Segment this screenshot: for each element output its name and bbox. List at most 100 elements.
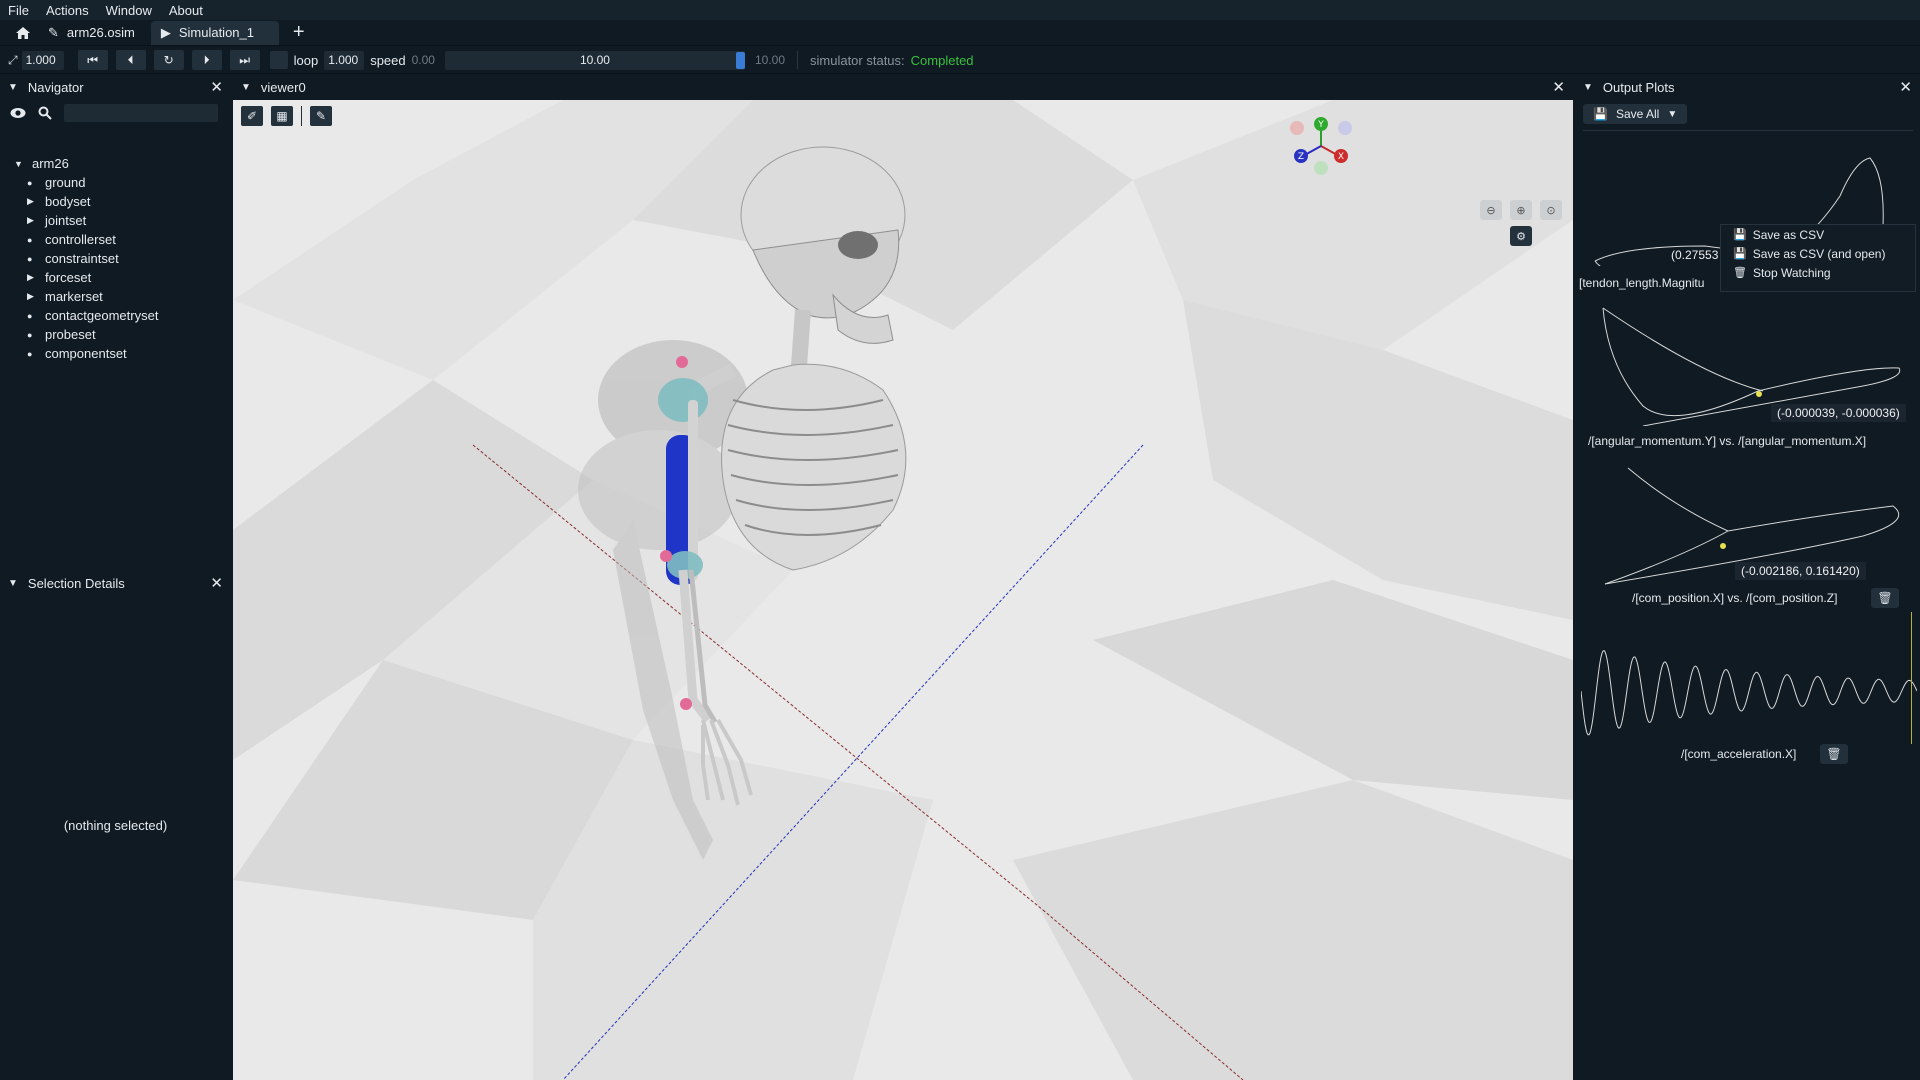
gizmo-z-label: Z: [1298, 152, 1304, 162]
navigator-search-input[interactable]: [64, 104, 218, 122]
skip-to-end-button[interactable]: ⏭: [229, 50, 260, 70]
time-end: 10.00: [754, 53, 785, 67]
menu-bar: File Actions Window About: [0, 0, 1920, 20]
tree-item-label: ground: [45, 175, 86, 190]
tree-item-controllerset[interactable]: ● controllerset: [14, 230, 158, 249]
plots-divider: [1583, 130, 1913, 131]
save-icon: 💾: [1733, 229, 1747, 241]
menu-about[interactable]: About: [169, 3, 203, 18]
collapse-icon[interactable]: ▼: [8, 578, 18, 589]
step-back-icon: ⏴: [127, 52, 134, 67]
status-value: Completed: [910, 52, 974, 68]
tree-item-label: jointset: [45, 213, 87, 228]
time-scrubber-thumb[interactable]: [735, 51, 745, 69]
tree-root[interactable]: ▼ arm26: [14, 154, 158, 173]
navigator-search-row: [0, 100, 231, 126]
trash-icon: 🗑: [1733, 267, 1747, 279]
bullet-icon: ●: [27, 253, 33, 264]
autofocus-button[interactable]: ⊙: [1540, 200, 1562, 220]
tree-item-jointset[interactable]: ▶ jointset: [14, 211, 158, 230]
tab-simulation[interactable]: ▶ Simulation_1: [150, 20, 279, 45]
time-current: 10.00: [579, 52, 610, 67]
save-as-csv-open-item[interactable]: 💾 Save as CSV (and open): [1721, 244, 1915, 263]
collapse-icon[interactable]: ▼: [8, 82, 18, 93]
tree-item-label: contactgeometryset: [45, 308, 159, 323]
tree-item-forceset[interactable]: ▶ forceset: [14, 268, 158, 287]
step-forward-icon: ⏵: [203, 52, 210, 67]
collapse-icon[interactable]: ▼: [241, 82, 251, 93]
zoom-in-button[interactable]: ⊕: [1510, 200, 1532, 220]
bullet-icon: ●: [27, 234, 33, 245]
loop-label: loop: [293, 52, 319, 68]
collapse-icon[interactable]: ▼: [1583, 82, 1593, 93]
gizmo-y-label: Y: [1317, 120, 1324, 130]
axis-gizmo[interactable]: Y X Z: [1289, 116, 1353, 180]
plot3-delete-button[interactable]: 🗑: [1871, 588, 1899, 608]
home-tab[interactable]: [8, 21, 38, 45]
bullet-icon: ●: [27, 177, 33, 188]
skip-start-icon: ⏮: [87, 52, 99, 67]
time-scrubber[interactable]: 10.00: [444, 50, 745, 70]
close-output-plots-icon[interactable]: ✕: [1899, 78, 1912, 96]
zoom-out-button[interactable]: ⊖: [1480, 200, 1502, 220]
bullet-icon: ●: [27, 310, 33, 321]
loop-checkbox[interactable]: [269, 51, 288, 69]
viewer-header: ▼ viewer0 ✕: [233, 76, 1573, 98]
bullet-icon: ●: [27, 348, 33, 359]
eye-icon[interactable]: [10, 107, 26, 119]
camera-settings-button[interactable]: ⚙: [1510, 226, 1532, 246]
tree-item-ground[interactable]: ● ground: [14, 173, 158, 192]
ruler-tool-button[interactable]: ✐: [241, 106, 263, 126]
plot2-label: /[angular_momentum.Y] vs. /[angular_mome…: [1588, 434, 1867, 448]
floor-checkerboard: [233, 100, 1573, 1080]
skip-to-start-button[interactable]: ⏮: [77, 50, 108, 70]
tab-bar: ✎ arm26.osim ▶ Simulation_1 +: [0, 20, 1920, 46]
close-navigator-icon[interactable]: ✕: [210, 78, 223, 96]
tree-item-componentset[interactable]: ● componentset: [14, 344, 158, 363]
speed-input[interactable]: 1.000: [324, 50, 365, 70]
tree-item-label: markerset: [45, 289, 103, 304]
plot4-delete-button[interactable]: 🗑: [1820, 744, 1848, 764]
3d-viewport[interactable]: ✐ ▦ ✎ Y X Z ⊖ ⊕ ⊙ ⚙: [233, 100, 1573, 1080]
step-back-button[interactable]: ⏴: [115, 50, 146, 70]
menu-actions[interactable]: Actions: [46, 3, 89, 18]
tree-item-label: bodyset: [45, 194, 91, 209]
expand-arrow-icon: ▶: [27, 272, 34, 282]
scale-icon: ⤢: [8, 52, 18, 67]
stop-watching-item[interactable]: 🗑 Stop Watching: [1721, 263, 1915, 282]
tree-item-markerset[interactable]: ▶ markerset: [14, 287, 158, 306]
tree-item-label: constraintset: [45, 251, 119, 266]
selection-details-panel: ▼ Selection Details ✕ (nothing selected): [0, 572, 231, 1080]
scale-input[interactable]: 1.000: [21, 50, 64, 70]
tree-item-probeset[interactable]: ● probeset: [14, 325, 158, 344]
replay-icon: ↻: [163, 53, 174, 67]
scene-render: [233, 100, 1573, 1080]
close-viewer-icon[interactable]: ✕: [1552, 78, 1565, 96]
menu-window[interactable]: Window: [106, 3, 152, 18]
tab-model[interactable]: ✎ arm26.osim: [38, 21, 145, 45]
save-all-label: Save All: [1615, 107, 1660, 121]
autofocus-icon: ⊙: [1546, 204, 1556, 217]
plot4-label: /[com_acceleration.X]: [1681, 747, 1797, 761]
measure-tool-button[interactable]: ✎: [310, 106, 332, 126]
plot-com-acceleration[interactable]: [1581, 636, 1917, 736]
navigator-panel: ▼ Navigator ✕ ▼ arm26 ● ground ▶ bodyset ▶ jo…: [0, 76, 231, 570]
tree-item-bodyset[interactable]: ▶ bodyset: [14, 192, 158, 211]
menu-file[interactable]: File: [8, 3, 29, 18]
step-forward-button[interactable]: ⏵: [191, 50, 222, 70]
tree-item-contactgeometryset[interactable]: ● contactgeometryset: [14, 306, 158, 325]
save-icon: 💾: [1733, 248, 1747, 260]
add-tab-button[interactable]: +: [293, 21, 305, 44]
save-all-button[interactable]: 💾 Save All ▼: [1583, 104, 1688, 124]
trash-icon: 🗑: [1826, 747, 1842, 761]
viewer-panel: ▼ viewer0 ✕ ✐ ▦ ✎ Y X Z ⊖ ⊕ ⊙ ⚙: [233, 76, 1573, 1080]
scene-settings-button[interactable]: ▦: [271, 106, 293, 126]
skip-end-icon: ⏭: [239, 52, 251, 67]
replay-button[interactable]: ↻: [153, 50, 184, 70]
expand-arrow-icon: ▶: [27, 215, 34, 225]
save-icon: 💾: [1593, 107, 1608, 121]
close-selection-details-icon[interactable]: ✕: [210, 574, 223, 592]
plot3-tooltip: (-0.002186, 0.161420): [1735, 562, 1866, 580]
save-as-csv-item[interactable]: 💾 Save as CSV: [1721, 225, 1915, 244]
tree-item-constraintset[interactable]: ● constraintset: [14, 249, 158, 268]
